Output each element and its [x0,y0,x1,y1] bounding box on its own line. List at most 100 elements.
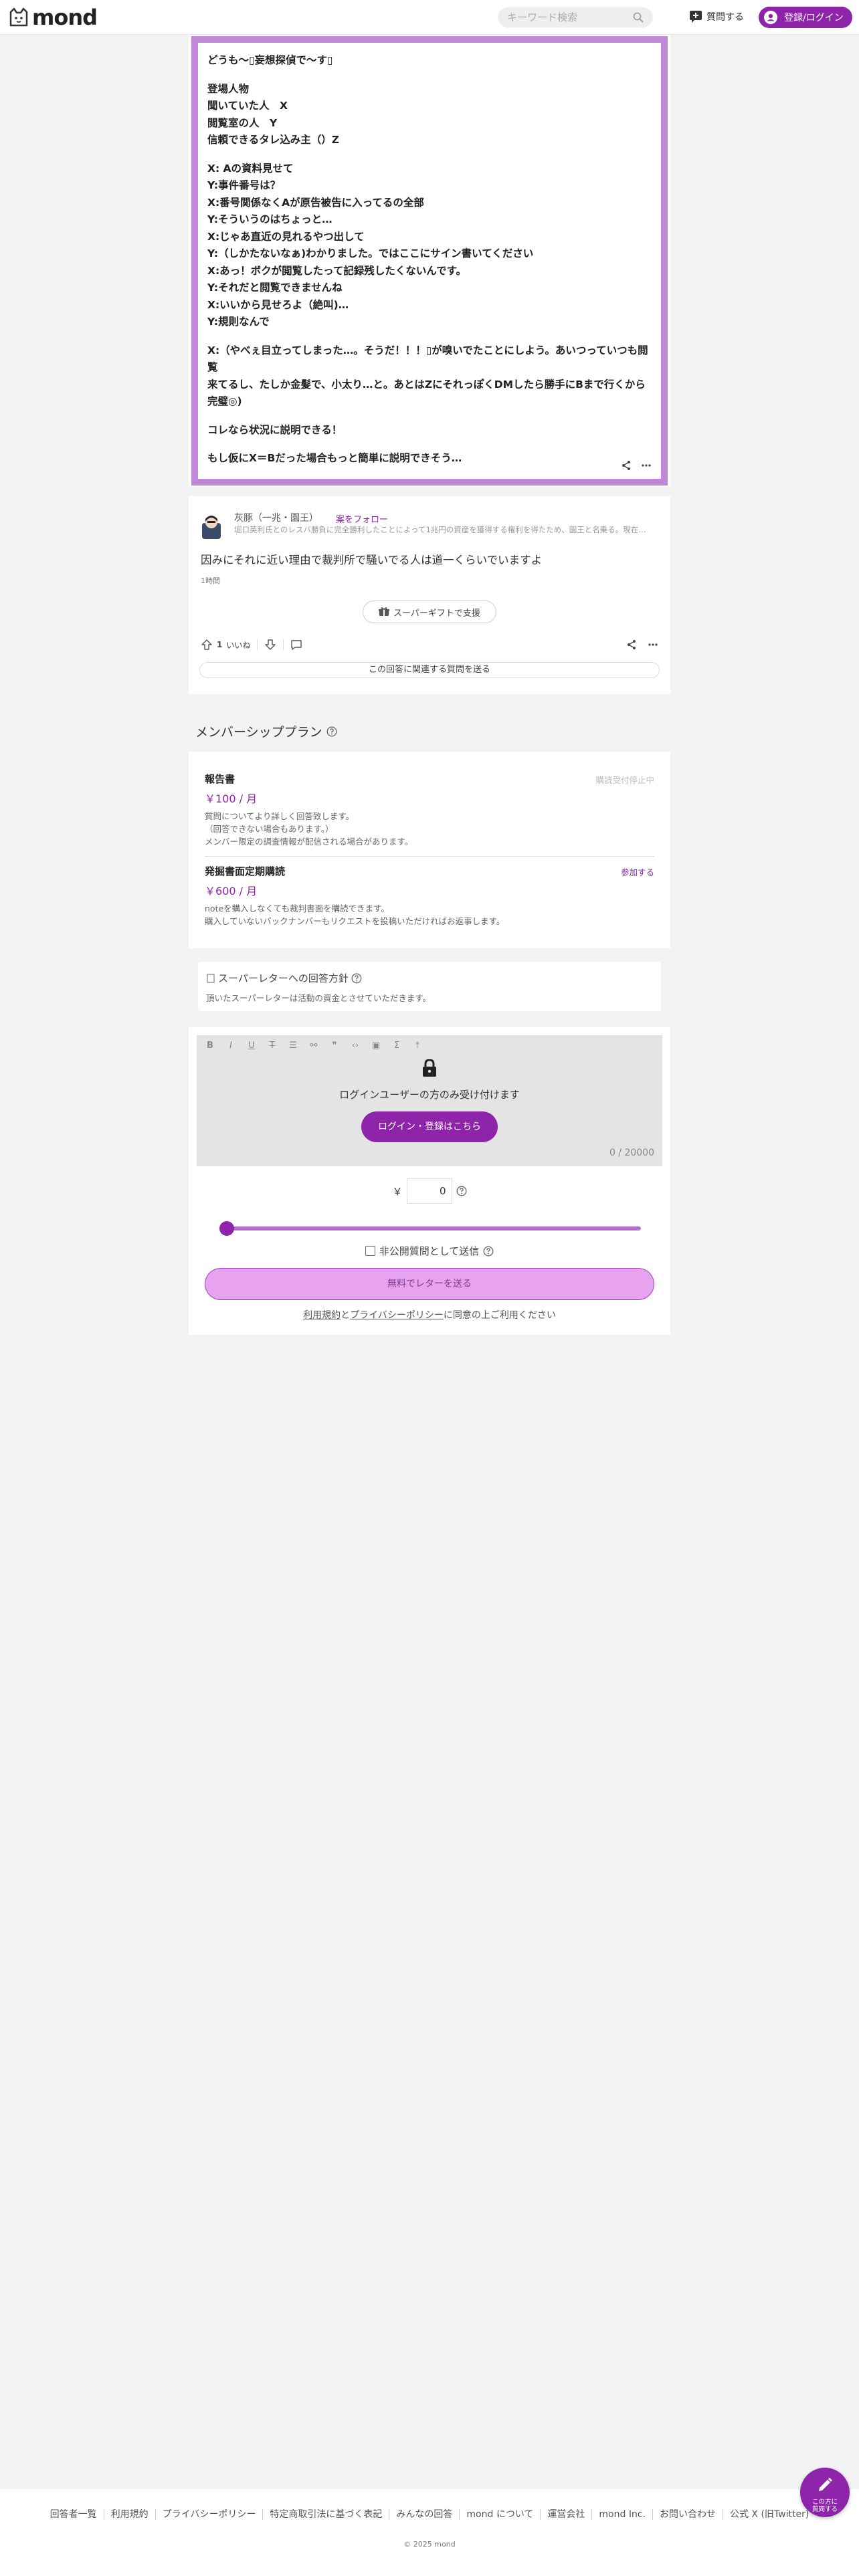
fab-label-line: この方に [812,2498,838,2506]
plan-document-subscription: 発掘書面定期購読 参加する ￥600 / 月 noteを購入しなくても裁判書面を… [205,864,654,928]
login-required-message: ログインユーザーの方のみ受け付けます [339,1089,520,1101]
answer-line: Y:それだと閲覧できませんね [207,282,343,294]
commenter-name[interactable]: 灰豚（一兆・園王） [234,511,318,524]
membership-plans: 報告書 購読受付停止中 ￥100 / 月 質問についてより詳しく回答致します。 … [189,752,670,948]
more-options-icon[interactable] [641,460,652,471]
letter-editor[interactable]: B I U T ☰ ⚯ ❞ ‹› ▣ Σ ⤒ ログインユーザーの方のみ受け付けま… [197,1035,662,1166]
amount-input[interactable] [406,1178,452,1204]
answer-line: 登場人物 [207,82,250,95]
share-icon[interactable] [621,460,632,471]
answer-line: Y:規則なんで [207,316,270,328]
plan-description: 質問についてより詳しく回答致します。 （回答できない場合もあります。） メンバー… [205,810,654,848]
footer-link[interactable]: mond について [460,2509,541,2520]
search-icon[interactable] [633,12,644,23]
plan-description-line: （回答できない場合もあります。） [205,824,334,834]
footer-link[interactable]: 運営会社 [541,2509,593,2520]
plan-description-line: 購入していないバックナンバーもリクエストを投稿いただければお返事します。 [205,916,505,926]
fab-label-line: 質問する [812,2506,838,2513]
send-letter-button[interactable]: 無料でレターを送る [205,1268,654,1300]
membership-heading: メンバーシッププラン [195,722,337,740]
plan-title: 発掘書面定期購読 [205,865,286,877]
answer-paragraph: もし仮にX＝Bだった場合もっと簡単に説明できそう… [207,450,654,467]
private-question-toggle[interactable]: 非公開質問として送信 [189,1244,670,1258]
fab-label: この方に 質問する [800,2498,850,2513]
answer-paragraph: コレなら状況に説明できる！ [207,422,654,439]
divider [257,639,258,650]
help-circle-icon[interactable] [456,1186,467,1196]
plan-title: 報告書 [205,773,235,785]
formula-icon[interactable]: Σ [390,1041,403,1051]
lock-icon [423,1059,436,1077]
add-question-icon [690,11,702,23]
slider-track[interactable] [219,1226,641,1230]
editor-toolbar: B I U T ☰ ⚯ ❞ ‹› ▣ Σ ⤒ [203,1041,424,1051]
answer-paragraph: どうも〜▯妄想探偵で〜す▯ [207,52,654,70]
currency-symbol: ￥ [392,1185,403,1198]
ask-this-user-fab[interactable]: この方に 質問する [800,2468,850,2517]
login-register-button[interactable]: 登録/ログイン [759,7,852,28]
copyright: © 2025 mond [403,2540,456,2549]
footer-link[interactable]: お問い合わせ [653,2509,723,2520]
plan-price: ￥100 / 月 [205,792,258,805]
bullet-list-icon[interactable]: ☰ [286,1041,300,1051]
ask-question-button[interactable]: 質問する [689,7,744,27]
gift-icon [379,607,390,616]
amount-slider[interactable] [219,1220,641,1236]
share-icon[interactable] [626,639,637,650]
top-header: mond 質問する 登録/ログイン [0,0,859,35]
upload-icon[interactable]: ⤒ [411,1041,424,1051]
follow-link[interactable]: 案をフォロー [336,512,388,525]
downvote-arrow-icon[interactable] [264,639,276,651]
super-gift-button[interactable]: スーパーギフトで支援 [363,601,496,623]
answer-paragraph: 登場人物 聞いていた人 X 閲覧室の人 Y 信頼できるタレ込み主（）Z [207,81,654,149]
help-circle-icon[interactable] [483,1246,494,1257]
like-button[interactable]: 1 いいね [201,639,250,651]
commenter-avatar[interactable] [201,514,222,539]
slider-thumb[interactable] [219,1221,234,1236]
image-icon[interactable]: ▣ [369,1041,383,1051]
character-counter: 0 / 20000 [609,1148,654,1158]
help-circle-icon[interactable] [326,726,337,737]
footer-link[interactable]: 利用規約 [104,2509,156,2520]
help-circle-icon[interactable] [351,973,362,984]
search-box [498,7,653,27]
underline-icon[interactable]: U [245,1041,258,1051]
super-letter-policy: スーパーレターへの回答方針 頂いたスーパーレターは活動の資金とさせていただきます… [198,962,661,1011]
code-icon[interactable]: ‹› [349,1041,362,1051]
cat-logo-icon [9,7,28,27]
footer-link[interactable]: プライバシーポリシー [156,2509,264,2520]
amount-row: ￥ [189,1178,670,1204]
answer-line: X:いいから見せろよ（絶叫)… [207,298,349,311]
comment-card: 灰豚（一兆・園王） 案をフォロー 堀口英利氏とのレスバ勝負に完全勝利したことによ… [189,496,670,694]
missing-glyph-icon [207,974,215,982]
private-checkbox[interactable] [365,1246,375,1256]
join-plan-link[interactable]: 参加する [621,865,654,878]
search-input[interactable] [507,7,628,27]
footer-link[interactable]: 回答者一覧 [43,2509,104,2520]
comment-icon[interactable] [290,639,302,651]
like-label: いいね [226,640,251,650]
quote-icon[interactable]: ❞ [328,1041,341,1051]
more-options-icon[interactable] [648,639,658,650]
mond-logo[interactable]: mond [8,5,98,30]
footer-link[interactable]: みんなの回答 [389,2509,460,2520]
answer-line: Y:そういうのはちょっと… [207,213,332,225]
plan-divider [205,856,654,857]
bold-icon[interactable]: B [203,1041,217,1051]
send-related-question-button[interactable]: この回答に関連する質問を送る [199,662,660,678]
plan-description-line: noteを購入しなくても裁判書面を購読できます。 [205,903,389,914]
terms-link[interactable]: 利用規約 [303,1310,341,1321]
comment-right-actions [626,639,658,650]
answer-paragraph: X: Aの資料見せて Y:事件番号は？ X:番号関係なくAが原告被告に入ってるの全部… [207,160,654,331]
privacy-link[interactable]: プライバシーポリシー [350,1310,444,1321]
footer-link[interactable]: 特定商取引法に基づく表記 [263,2509,390,2520]
footer-link[interactable]: mond Inc. [592,2509,653,2520]
italic-icon[interactable]: I [224,1041,237,1051]
ask-question-label: 質問する [706,12,744,23]
editor-login-button[interactable]: ログイン・登録はこちら [361,1111,498,1142]
agree-suffix: に同意の上ご利用ください [443,1310,556,1321]
strikethrough-icon[interactable]: T [266,1041,279,1051]
link-icon[interactable]: ⚯ [307,1041,320,1051]
policy-title-text: スーパーレターへの回答方針 [218,972,349,984]
answer-line: X:じゃあ直近の見れるやつ出して [207,230,365,243]
